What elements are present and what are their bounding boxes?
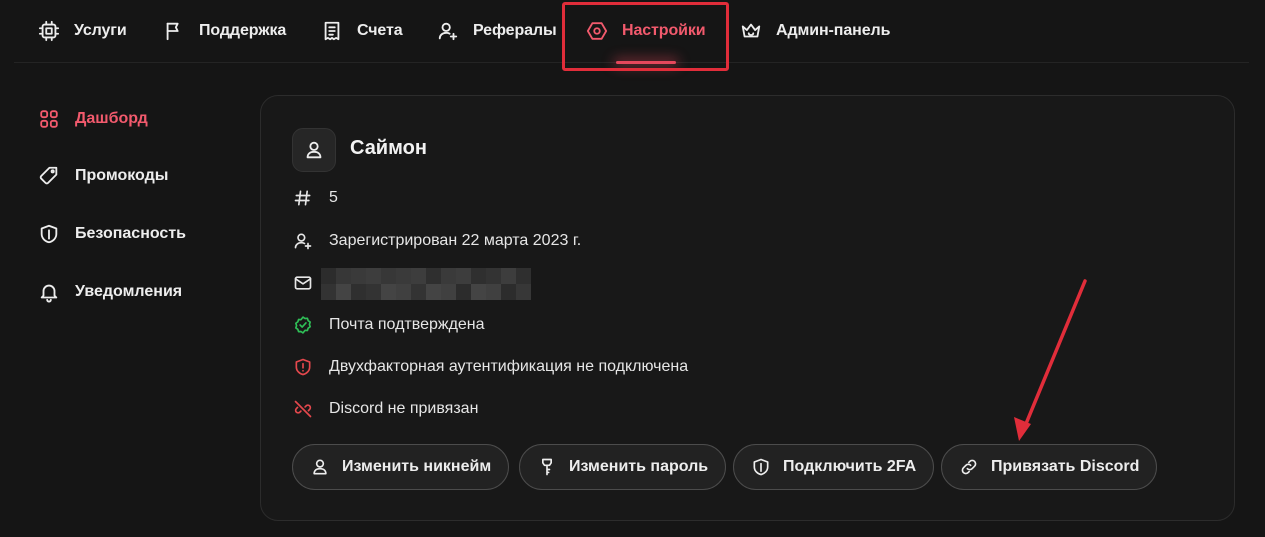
discord-status-row: Discord не привязан bbox=[293, 398, 478, 420]
email-redacted bbox=[321, 268, 531, 300]
sidebar-label-dashboard: Дашборд bbox=[75, 110, 148, 127]
link-discord-label: Привязать Discord bbox=[991, 458, 1140, 475]
shield-icon bbox=[751, 457, 771, 477]
sidebar-item-security[interactable]: Безопасность bbox=[38, 222, 186, 246]
shield-icon bbox=[38, 223, 60, 245]
nav-label-settings: Настройки bbox=[622, 22, 706, 39]
active-tab-indicator bbox=[616, 61, 676, 64]
crown-icon bbox=[740, 20, 762, 42]
nav-item-support[interactable]: Поддержка bbox=[163, 0, 286, 62]
receipt-icon bbox=[321, 20, 343, 42]
sidebar-item-notifications[interactable]: Уведомления bbox=[38, 280, 182, 304]
cpu-icon bbox=[38, 20, 60, 42]
profile-id-row: 5 bbox=[293, 187, 338, 209]
discord-status-text: Discord не привязан bbox=[329, 400, 479, 417]
nav-item-settings[interactable]: Настройки bbox=[586, 0, 706, 64]
sidebar-label-promocodes: Промокоды bbox=[75, 167, 169, 184]
nav-label-support: Поддержка bbox=[199, 22, 287, 39]
change-nickname-button[interactable]: Изменить никнейм bbox=[292, 444, 510, 490]
profile-id-value: 5 bbox=[329, 189, 338, 206]
twofa-status-row: Двухфакторная аутентификация не подключе… bbox=[293, 356, 688, 378]
twofa-status-text: Двухфакторная аутентификация не подключе… bbox=[329, 358, 689, 375]
mail-icon bbox=[293, 273, 313, 293]
avatar bbox=[292, 128, 336, 172]
change-nickname-label: Изменить никнейм bbox=[342, 458, 492, 475]
change-password-button[interactable]: Изменить пароль bbox=[519, 444, 727, 490]
nav-item-invoices[interactable]: Счета bbox=[321, 0, 403, 62]
sidebar-label-security: Безопасность bbox=[75, 225, 186, 242]
nav-item-referrals[interactable]: Рефералы bbox=[437, 0, 557, 62]
link-discord-button[interactable]: Привязать Discord bbox=[941, 444, 1158, 490]
profile-username: Саймон bbox=[350, 137, 427, 159]
shield-alert-icon bbox=[293, 357, 313, 377]
nav-label-invoices: Счета bbox=[357, 22, 403, 39]
hash-icon bbox=[293, 188, 313, 208]
sidebar-label-notifications: Уведомления bbox=[75, 283, 183, 300]
nav-label-admin-panel: Админ-панель bbox=[776, 22, 891, 39]
grid-icon bbox=[38, 108, 60, 130]
settings-icon bbox=[586, 20, 608, 42]
nav-item-admin-panel[interactable]: Админ-панель bbox=[740, 0, 890, 62]
profile-registered-text: Зарегистрирован 22 марта 2023 г. bbox=[329, 232, 582, 249]
tag-icon bbox=[38, 165, 60, 187]
flag-icon bbox=[163, 20, 185, 42]
sidebar-item-dashboard[interactable]: Дашборд bbox=[38, 107, 148, 131]
profile-email-row bbox=[293, 272, 313, 294]
user-icon bbox=[310, 457, 330, 477]
top-navigation: Услуги Поддержка Счета Рефералы Настройк… bbox=[14, 0, 1249, 64]
check-badge-icon bbox=[293, 315, 313, 335]
nav-label-services: Услуги bbox=[74, 22, 127, 39]
user-plus-icon bbox=[437, 20, 459, 42]
nav-label-referrals: Рефералы bbox=[473, 22, 557, 39]
profile-card: Саймон 5 Зарегистрирован 22 марта 2023 г… bbox=[260, 95, 1235, 521]
user-icon bbox=[303, 139, 325, 161]
unlink-icon bbox=[293, 399, 313, 419]
nav-item-services[interactable]: Услуги bbox=[38, 0, 127, 62]
user-plus-icon bbox=[293, 231, 313, 251]
bell-icon bbox=[38, 281, 60, 303]
key-icon bbox=[537, 457, 557, 477]
email-verified-text: Почта подтверждена bbox=[329, 316, 485, 333]
link-icon bbox=[959, 457, 979, 477]
sidebar-item-promocodes[interactable]: Промокоды bbox=[38, 164, 168, 188]
enable-2fa-label: Подключить 2FA bbox=[783, 458, 917, 475]
profile-registered-row: Зарегистрирован 22 марта 2023 г. bbox=[293, 230, 581, 252]
email-verified-row: Почта подтверждена bbox=[293, 314, 485, 336]
change-password-label: Изменить пароль bbox=[569, 458, 709, 475]
enable-2fa-button[interactable]: Подключить 2FA bbox=[733, 444, 935, 490]
